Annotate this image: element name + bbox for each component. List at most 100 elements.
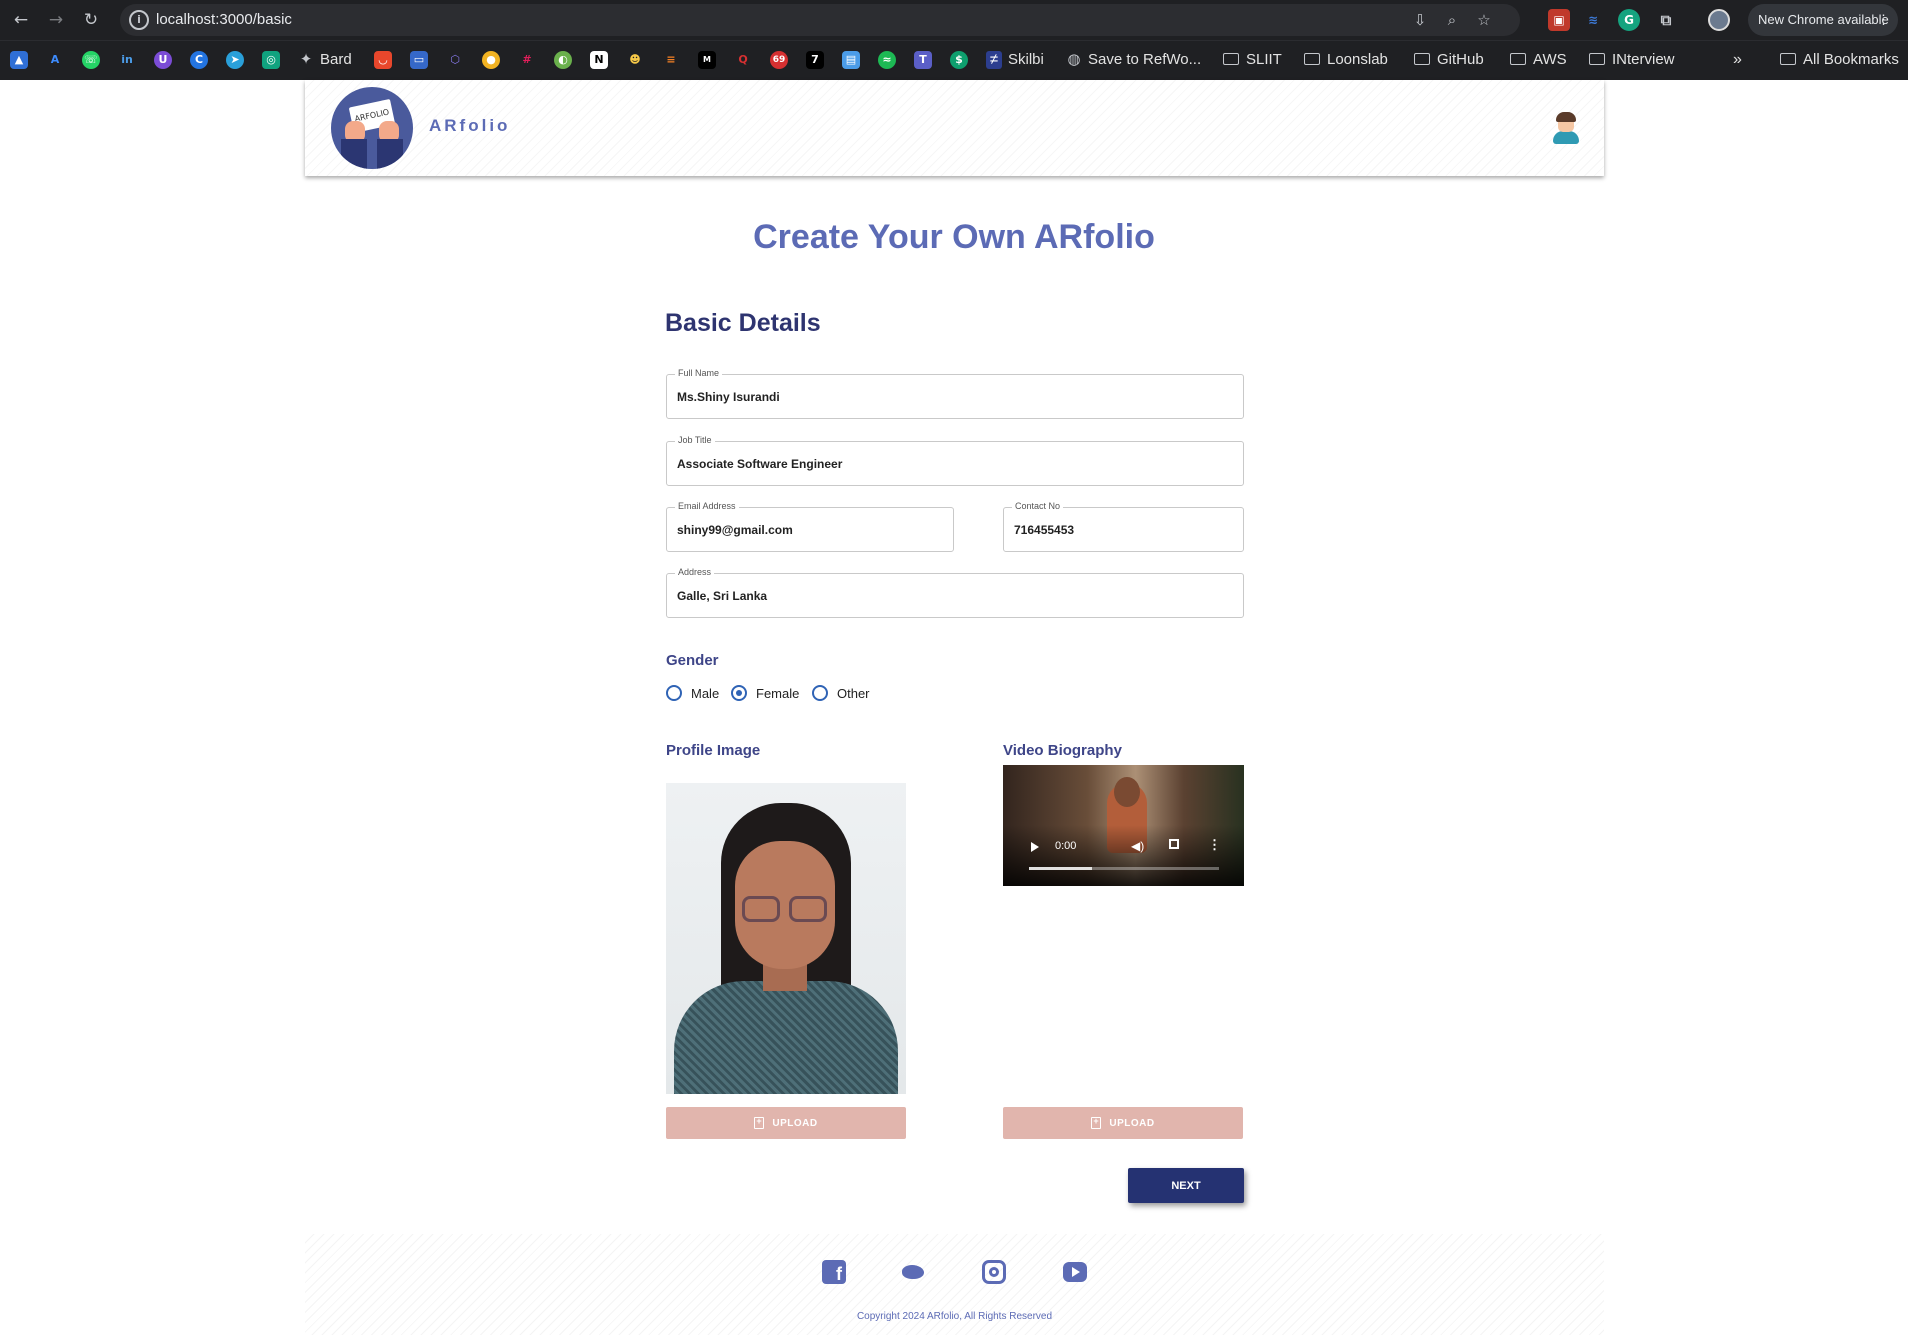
gender-radio-female[interactable]: Female xyxy=(731,684,799,702)
sparkle-icon: ✦ xyxy=(299,51,313,68)
folder-icon xyxy=(1510,53,1526,65)
youtube-icon[interactable] xyxy=(1063,1262,1087,1282)
user-avatar-icon[interactable] xyxy=(1552,112,1580,144)
folder-icon xyxy=(1304,53,1320,65)
bookmark-favicon-17[interactable]: ☻ xyxy=(626,51,644,69)
job-title-field[interactable]: Job Title xyxy=(666,435,1244,486)
zoom-icon[interactable]: ⌕ xyxy=(1442,10,1462,30)
video-progress-bar[interactable] xyxy=(1029,867,1219,870)
bookmark-favicon-11[interactable]: ▭ xyxy=(410,51,428,69)
more-bookmarks-button[interactable]: » xyxy=(1733,51,1742,71)
bookmark-favicon-13[interactable]: ● xyxy=(482,51,500,69)
bookmark-favicon-2[interactable]: A xyxy=(46,51,64,69)
video-player[interactable]: 0:00 ◀) ⋮ xyxy=(1003,765,1244,886)
file-upload-icon xyxy=(1091,1116,1102,1129)
bookmark-favicon-19[interactable]: M xyxy=(698,51,716,69)
bookmark-favicon-22[interactable]: 7 xyxy=(806,51,824,69)
volume-icon[interactable]: ◀) xyxy=(1131,839,1144,853)
gender-radio-male[interactable]: Male xyxy=(666,684,719,702)
bookmark-item[interactable]: ✦ Bard xyxy=(298,51,352,71)
menu-dots-icon[interactable]: ⋮ xyxy=(1877,4,1890,36)
install-app-icon[interactable]: ⇩ xyxy=(1410,10,1430,30)
bookmark-folder[interactable]: SLIIT xyxy=(1223,51,1282,71)
address-input[interactable] xyxy=(667,574,1243,617)
bookmark-favicon-linkedin[interactable]: in xyxy=(118,51,136,69)
section-title: Basic Details xyxy=(665,309,821,337)
folder-icon xyxy=(1589,53,1605,65)
play-icon[interactable] xyxy=(1031,842,1039,852)
radio-icon[interactable] xyxy=(666,685,682,701)
fullscreen-icon[interactable] xyxy=(1169,839,1179,849)
bookmark-item[interactable]: ≠ Skilbi xyxy=(986,51,1044,71)
url-text: localhost:3000/basic xyxy=(156,11,292,28)
twitter-icon[interactable] xyxy=(901,1260,925,1284)
bookmark-favicon-21[interactable]: 69 xyxy=(770,51,788,69)
extension-icon-2[interactable]: ≋ xyxy=(1582,9,1604,31)
star-icon[interactable]: ☆ xyxy=(1474,10,1494,30)
instagram-icon[interactable] xyxy=(982,1260,1006,1284)
bookmark-favicon-slack[interactable]: # xyxy=(518,51,536,69)
folder-icon xyxy=(1223,53,1239,65)
browser-toolbar: ← → ↻ i localhost:3000/basic ⇩ ⌕ ☆ ▣ ≋ G… xyxy=(0,0,1908,40)
bookmark-folder[interactable]: GitHub xyxy=(1414,51,1484,71)
contact-input[interactable] xyxy=(1004,508,1243,551)
bookmark-favicon-10[interactable]: ◡ xyxy=(374,51,392,69)
bookmark-favicon-telegram[interactable]: ➤ xyxy=(226,51,244,69)
forward-icon[interactable]: → xyxy=(45,9,67,31)
app-header: ARFOLIO ARfolio xyxy=(305,80,1604,176)
bookmark-favicon-stackoverflow[interactable]: ≡ xyxy=(662,51,680,69)
site-info-icon[interactable]: i xyxy=(129,10,149,30)
email-input[interactable] xyxy=(667,508,953,551)
address-bar[interactable]: i localhost:3000/basic ⇩ ⌕ ☆ xyxy=(120,4,1520,36)
all-bookmarks-folder[interactable]: All Bookmarks xyxy=(1780,51,1899,71)
contact-label: Contact No xyxy=(1012,501,1064,511)
bookmark-favicon-3[interactable]: ☏ xyxy=(82,51,100,69)
video-time: 0:00 xyxy=(1055,840,1077,852)
bookmark-favicon-5[interactable]: U xyxy=(154,51,172,69)
contact-field[interactable]: Contact No xyxy=(1003,501,1244,552)
update-chrome-button[interactable]: New Chrome available ⋮ xyxy=(1748,4,1898,36)
profile-avatar[interactable] xyxy=(1708,9,1730,31)
bookmark-favicon-6[interactable]: C xyxy=(190,51,208,69)
job-title-input[interactable] xyxy=(667,442,1243,485)
address-label: Address xyxy=(675,567,715,577)
email-field[interactable]: Email Address xyxy=(666,501,954,552)
back-icon[interactable]: ← xyxy=(10,9,32,31)
upload-video-button[interactable]: UPLOAD xyxy=(1003,1107,1243,1139)
bookmark-favicon-23[interactable]: ▤ xyxy=(842,51,860,69)
bookmark-favicon-8[interactable]: ◎ xyxy=(262,51,280,69)
address-field[interactable]: Address xyxy=(666,567,1244,618)
facebook-icon[interactable]: f xyxy=(822,1260,846,1284)
extension-icon-1[interactable]: ▣ xyxy=(1548,9,1570,31)
upload-profile-image-button[interactable]: UPLOAD xyxy=(666,1107,906,1139)
bookmark-favicon-15[interactable]: ◐ xyxy=(554,51,572,69)
bookmark-favicon-26[interactable]: $ xyxy=(950,51,968,69)
next-button[interactable]: NEXT xyxy=(1128,1168,1244,1203)
bookmark-favicon-notion[interactable]: N xyxy=(590,51,608,69)
more-options-icon[interactable]: ⋮ xyxy=(1208,837,1221,853)
bookmark-folder[interactable]: AWS xyxy=(1510,51,1567,71)
extensions-puzzle-icon[interactable]: ⧉ xyxy=(1655,9,1677,31)
bookmark-item[interactable]: ◍ Save to RefWo... xyxy=(1066,51,1201,71)
bookmark-favicon-spotify[interactable]: ≈ xyxy=(878,51,896,69)
bookmark-favicon-1[interactable]: ▲ xyxy=(10,51,28,69)
full-name-input[interactable] xyxy=(667,375,1243,418)
email-label: Email Address xyxy=(675,501,739,511)
grammarly-icon[interactable]: G xyxy=(1618,9,1640,31)
folder-icon xyxy=(1414,53,1430,65)
bookmark-favicon-12[interactable]: ⬡ xyxy=(446,51,464,69)
bookmark-folder[interactable]: INterview xyxy=(1589,51,1675,71)
full-name-field[interactable]: Full Name xyxy=(666,368,1244,419)
radio-icon[interactable] xyxy=(812,685,828,701)
bookmark-favicon-20[interactable]: Q xyxy=(734,51,752,69)
profile-image-label: Profile Image xyxy=(666,742,761,759)
bookmark-favicon-teams[interactable]: T xyxy=(914,51,932,69)
gender-radio-other[interactable]: Other xyxy=(812,684,870,702)
reload-icon[interactable]: ↻ xyxy=(80,9,102,31)
bookmark-folder[interactable]: Loonslab xyxy=(1304,51,1388,71)
footer: f Copyright 2024 ARfolio, All Rights Res… xyxy=(305,1234,1604,1335)
globe-icon: ◍ xyxy=(1067,51,1081,68)
radio-checked-icon[interactable] xyxy=(731,685,747,701)
brand-name[interactable]: ARfolio xyxy=(429,116,510,136)
arfolio-logo[interactable]: ARFOLIO xyxy=(331,87,413,169)
